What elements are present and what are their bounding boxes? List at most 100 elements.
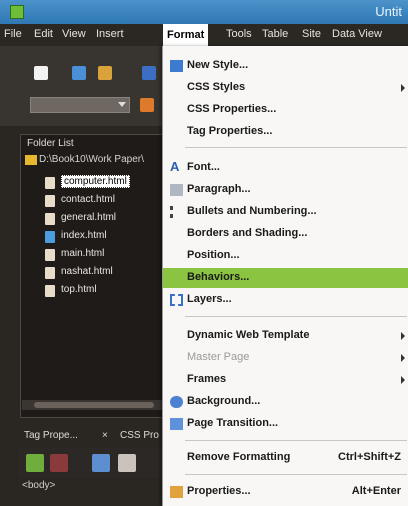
page-icon <box>45 195 55 207</box>
menu-tools[interactable]: Tools <box>226 28 252 40</box>
file-name: nashat.html <box>61 266 113 277</box>
alphabetical-icon[interactable] <box>50 454 68 472</box>
submenu-arrow-icon <box>401 84 405 92</box>
menu-item-css-properties[interactable]: CSS Properties... <box>163 100 408 120</box>
file-item[interactable]: general.html <box>21 211 167 227</box>
menu-item-bullets-numbering[interactable]: Bullets and Numbering... <box>163 202 408 222</box>
window-title: Untit <box>375 4 402 19</box>
menu-separator <box>185 147 407 148</box>
menu-format[interactable]: Format <box>163 24 209 46</box>
file-name: contact.html <box>61 194 115 205</box>
menu-item-label: CSS Properties... <box>187 103 277 115</box>
menu-item-label: Background... <box>187 395 261 407</box>
page-icon <box>45 177 55 189</box>
file-item[interactable]: nashat.html <box>21 265 167 281</box>
new-page-icon[interactable] <box>34 66 48 80</box>
menu-item-label: Borders and Shading... <box>187 227 308 239</box>
menu-data-view[interactable]: Data View <box>332 28 382 40</box>
menu-site[interactable]: Site <box>302 28 321 40</box>
menu-edit[interactable]: Edit <box>34 28 53 40</box>
menu-item-label: Layers... <box>187 293 232 305</box>
menu-view[interactable]: View <box>62 28 86 40</box>
menu-item-properties[interactable]: Properties... Alt+Enter <box>163 482 408 502</box>
page-icon <box>45 267 55 279</box>
toolbar <box>0 46 164 126</box>
show-set-properties-icon[interactable] <box>92 454 110 472</box>
tab-css-properties[interactable]: CSS Pro <box>120 430 159 441</box>
menu-item-label: Paragraph... <box>187 183 251 195</box>
tag-properties-toolbar <box>18 448 164 478</box>
menu-item-label: Tag Properties... <box>187 125 273 137</box>
menu-item-paragraph[interactable]: Paragraph... <box>163 180 408 200</box>
page-icon <box>45 285 55 297</box>
shortcut-label: Ctrl+Shift+Z <box>338 451 401 463</box>
menu-item-page-transition[interactable]: Page Transition... <box>163 414 408 434</box>
menu-file[interactable]: File <box>4 28 22 40</box>
layers-icon <box>170 294 183 306</box>
folder-path: D:\Book10\Work Paper\ <box>39 154 144 165</box>
menu-bar: File Edit View Insert Format Tools Table… <box>0 24 408 46</box>
save-icon[interactable] <box>142 66 156 80</box>
menu-item-label: Master Page <box>187 351 250 363</box>
tab-tag-properties[interactable]: Tag Prope... <box>24 430 78 441</box>
menu-separator <box>185 474 407 475</box>
menu-item-layers[interactable]: Layers... <box>163 290 408 310</box>
close-icon[interactable]: × <box>102 430 108 441</box>
page-icon <box>45 213 55 225</box>
file-item[interactable]: contact.html <box>21 193 167 209</box>
folder-icon[interactable] <box>98 66 112 80</box>
menu-item-label: Behaviors... <box>187 271 250 283</box>
horizontal-scrollbar[interactable] <box>22 400 164 410</box>
style-icon[interactable] <box>140 98 154 112</box>
menu-item-tag-properties[interactable]: Tag Properties... <box>163 122 408 142</box>
file-item[interactable]: top.html <box>21 283 167 299</box>
menu-item-behaviors[interactable]: Behaviors... <box>163 268 408 288</box>
home-page-icon <box>45 231 55 243</box>
menu-insert[interactable]: Insert <box>96 28 124 40</box>
menu-item-label: CSS Styles <box>187 81 246 93</box>
menu-item-dynamic-web-template[interactable]: Dynamic Web Template <box>163 326 408 346</box>
tag-icon[interactable] <box>118 454 136 472</box>
page-icon <box>45 249 55 261</box>
file-name: top.html <box>61 284 97 295</box>
shortcut-label: Alt+Enter <box>351 485 401 497</box>
bullets-icon <box>170 206 186 218</box>
submenu-arrow-icon <box>401 376 405 384</box>
menu-item-new-style[interactable]: New Style... <box>163 56 408 76</box>
categorized-icon[interactable] <box>26 454 44 472</box>
page-transition-icon <box>170 418 183 430</box>
panel-title: Folder List <box>27 138 74 149</box>
file-name: main.html <box>61 248 105 259</box>
menu-item-label: Page Transition... <box>187 417 279 429</box>
style-dropdown[interactable] <box>30 97 130 113</box>
file-item[interactable]: computer.html <box>21 175 167 191</box>
folder-root[interactable]: D:\Book10\Work Paper\ <box>21 153 167 169</box>
app-icon <box>10 5 24 19</box>
font-icon: A <box>170 159 180 174</box>
properties-icon <box>170 486 183 498</box>
open-icon[interactable] <box>72 66 86 80</box>
submenu-arrow-icon <box>401 332 405 340</box>
menu-item-label: Dynamic Web Template <box>187 329 310 341</box>
file-item[interactable]: main.html <box>21 247 167 263</box>
menu-item-frames[interactable]: Frames <box>163 370 408 390</box>
scrollbar-thumb[interactable] <box>34 402 154 408</box>
menu-item-background[interactable]: Background... <box>163 392 408 412</box>
menu-item-font[interactable]: A Font... <box>163 158 408 178</box>
menu-table[interactable]: Table <box>262 28 288 40</box>
paragraph-icon <box>170 184 183 196</box>
menu-item-master-page: Master Page <box>163 348 408 368</box>
folder-list-panel: Folder List D:\Book10\Work Paper\ comput… <box>20 134 166 418</box>
menu-item-remove-formatting[interactable]: Remove Formatting Ctrl+Shift+Z <box>163 448 408 468</box>
menu-item-label: Bullets and Numbering... <box>187 205 317 217</box>
menu-separator <box>185 440 407 441</box>
file-item[interactable]: index.html <box>21 229 167 245</box>
file-name: index.html <box>61 230 107 241</box>
menu-item-css-styles[interactable]: CSS Styles <box>163 78 408 98</box>
menu-item-label: Position... <box>187 249 240 261</box>
panel-tabs: Tag Prope... × CSS Pro <box>18 428 164 446</box>
submenu-arrow-icon <box>401 354 405 362</box>
file-name: general.html <box>61 212 117 223</box>
menu-item-position[interactable]: Position... <box>163 246 408 266</box>
menu-item-borders-shading[interactable]: Borders and Shading... <box>163 224 408 244</box>
